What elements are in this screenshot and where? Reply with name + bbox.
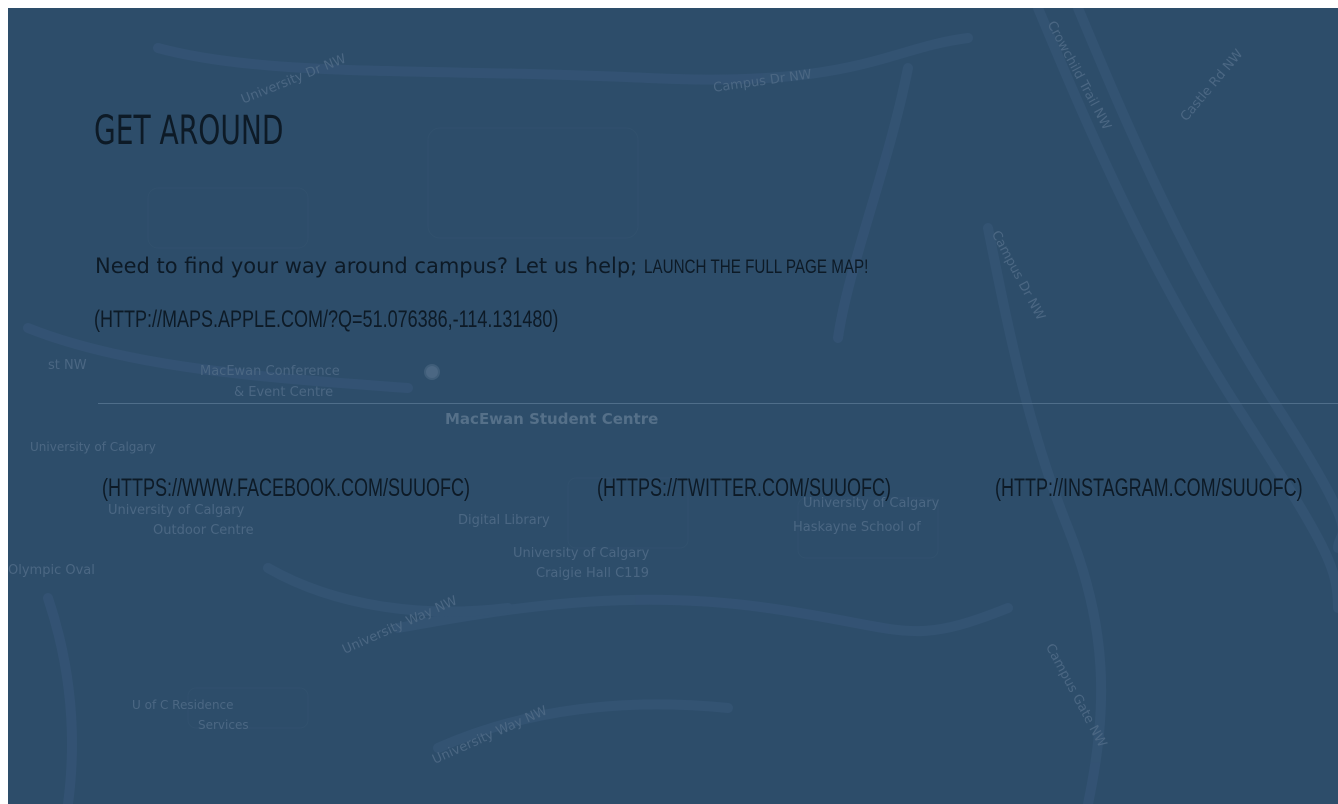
section-divider xyxy=(98,403,1338,404)
page-stage: Campus Dr NW University Dr NW MacEwan Co… xyxy=(8,8,1338,804)
section-title: GET AROUND xyxy=(94,108,284,154)
facebook-link[interactable]: (HTTPS://WWW.FACEBOOK.COM/SUUOFC) xyxy=(102,474,470,503)
intro-text: Need to find your way around campus? Let… xyxy=(95,254,638,278)
map-url-row: (HTTP://MAPS.APPLE.COM/?Q=51.076386,-114… xyxy=(94,306,713,334)
instagram-link[interactable]: (HTTP://INSTAGRAM.COM/SUUOFC) xyxy=(995,474,1303,503)
map-url-link[interactable]: (HTTP://MAPS.APPLE.COM/?Q=51.076386,-114… xyxy=(94,306,558,334)
get-around-section: GET AROUND Need to find your way around … xyxy=(8,8,1338,804)
social-links: (HTTPS://WWW.FACEBOOK.COM/SUUOFC) (HTTPS… xyxy=(102,474,1338,510)
launch-map-link[interactable]: LAUNCH THE FULL PAGE MAP! xyxy=(644,257,868,279)
intro-paragraph: Need to find your way around campus? Let… xyxy=(95,254,1325,279)
twitter-link[interactable]: (HTTPS://TWITTER.COM/SUUOFC) xyxy=(597,474,891,503)
